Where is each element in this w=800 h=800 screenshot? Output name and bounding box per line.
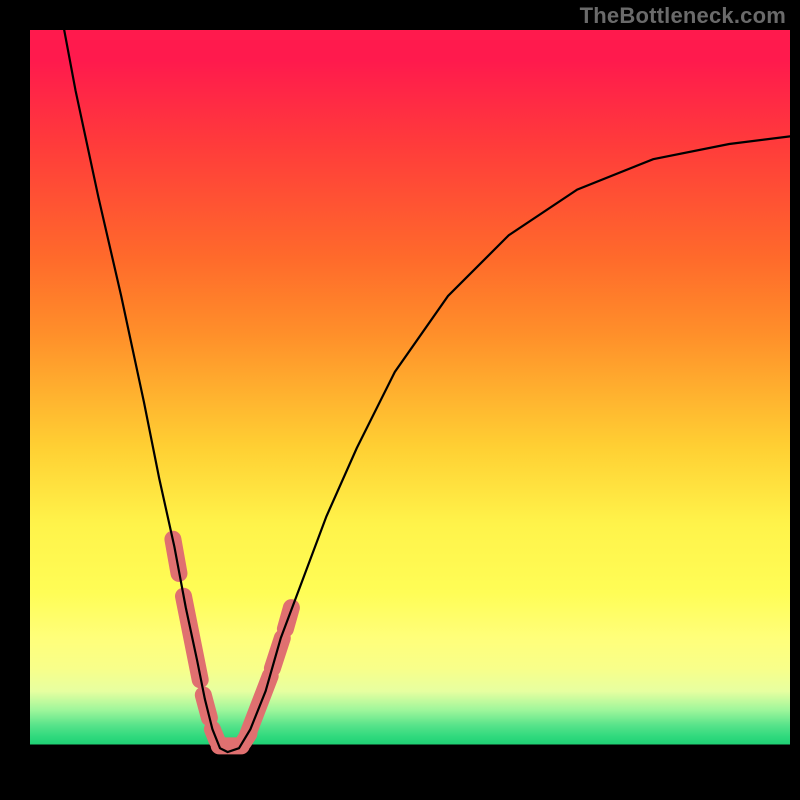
plot-area bbox=[30, 30, 790, 790]
watermark-text: TheBottleneck.com bbox=[580, 3, 786, 29]
salmon-highlights bbox=[173, 539, 292, 746]
curve-layer bbox=[30, 30, 790, 790]
chart-frame: TheBottleneck.com bbox=[0, 0, 800, 800]
bottleneck-curve bbox=[64, 30, 790, 752]
